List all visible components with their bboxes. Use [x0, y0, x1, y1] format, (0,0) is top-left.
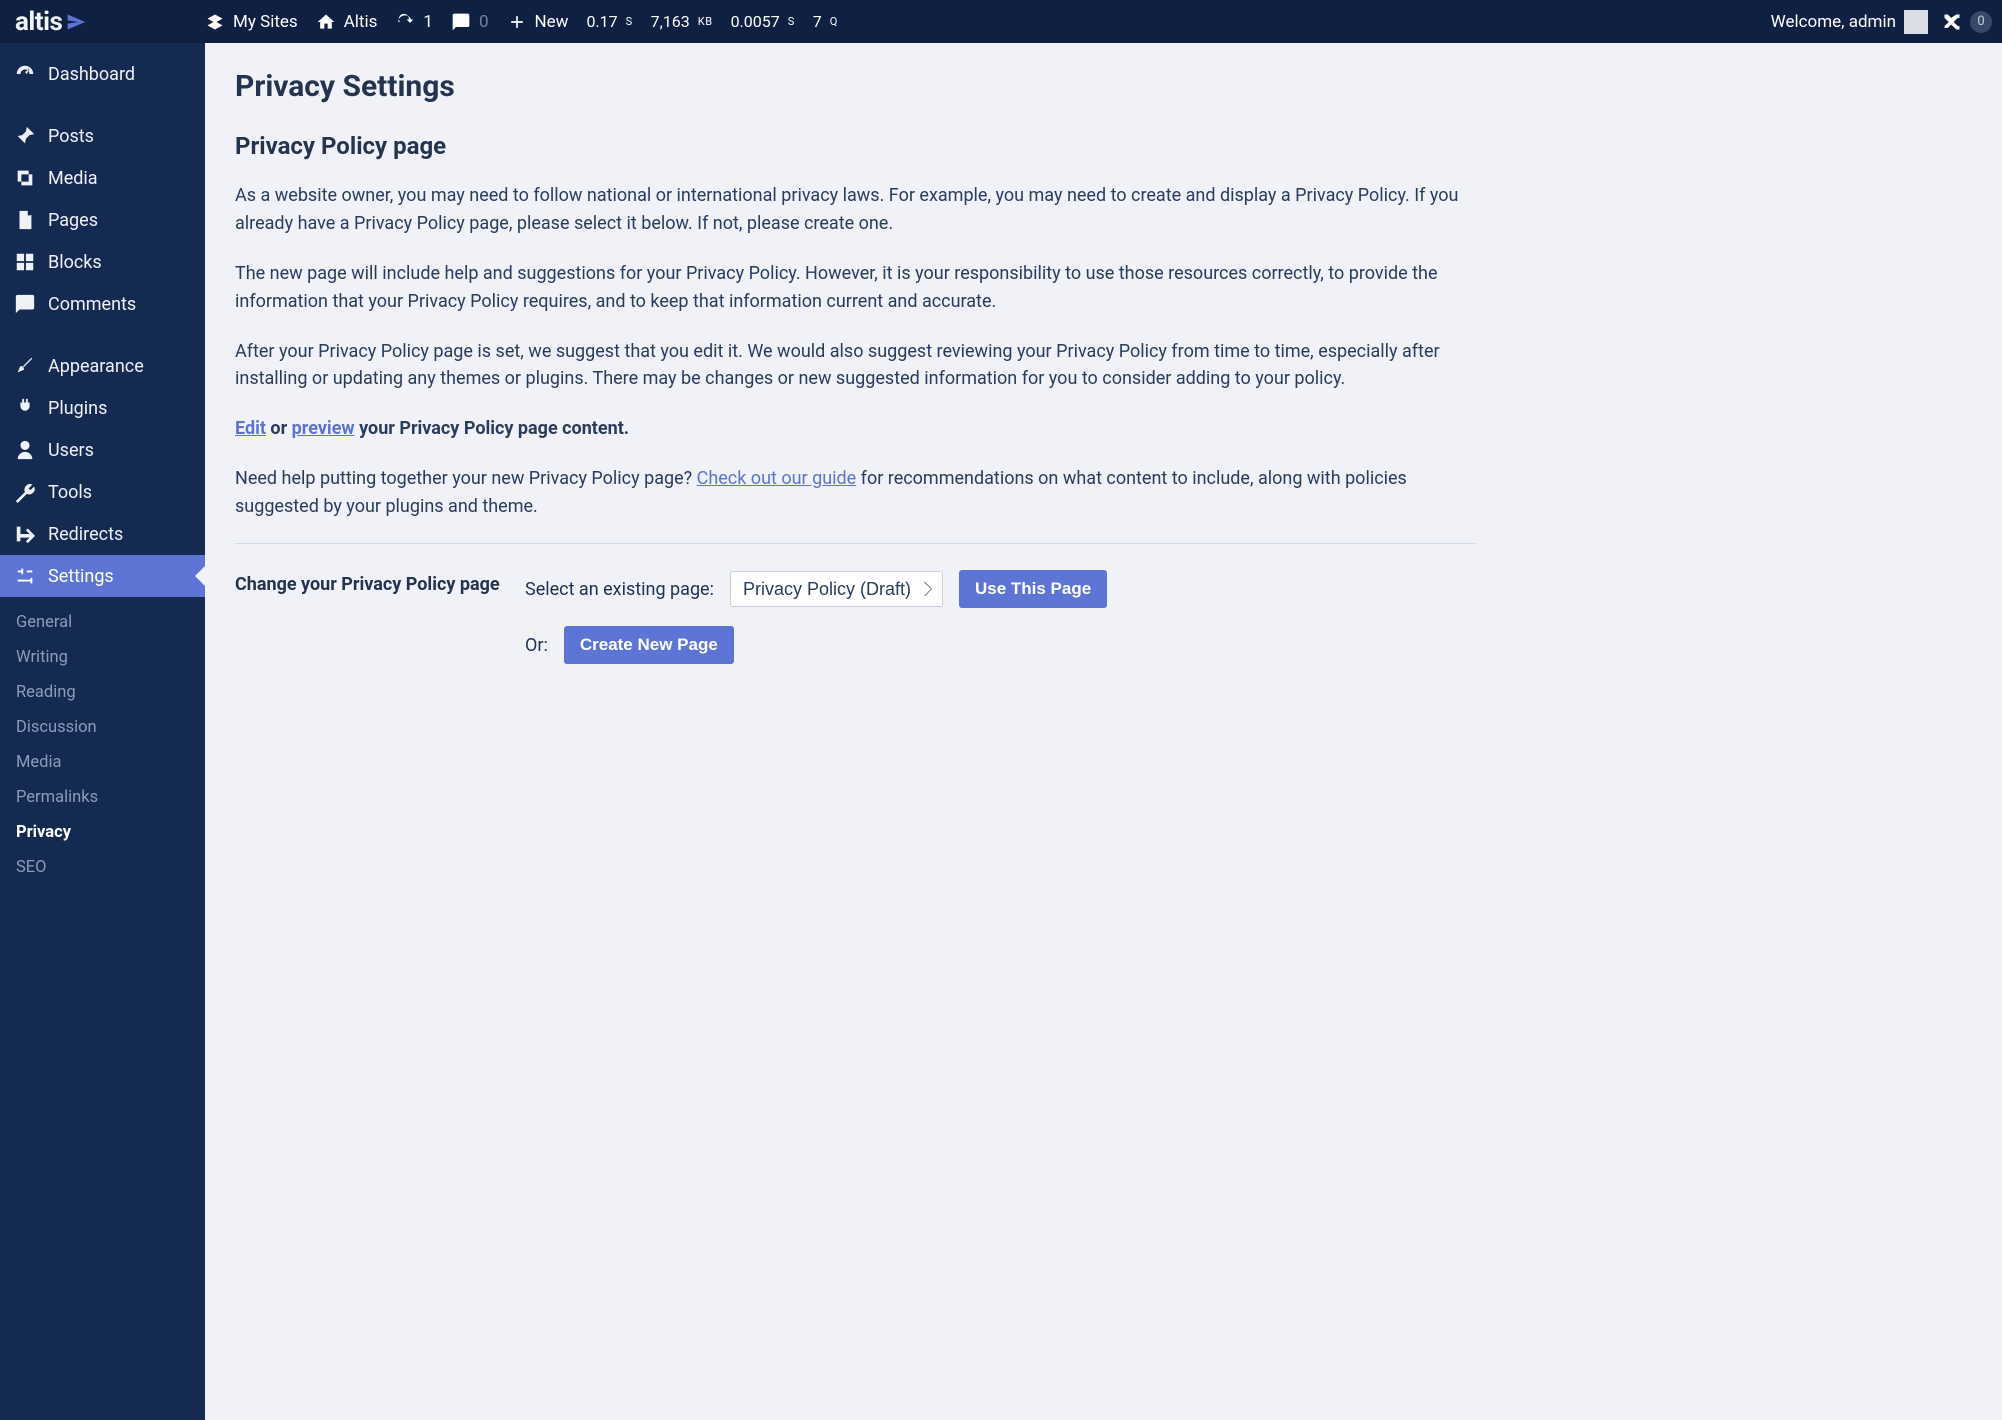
comments-count: 0: [479, 12, 489, 32]
sidebar-item-label: Posts: [48, 126, 94, 147]
select-existing-label: Select an existing page:: [525, 579, 714, 600]
comment-icon: [14, 293, 36, 315]
plug-icon: [14, 397, 36, 419]
sidebar-item-label: Comments: [48, 294, 136, 315]
sidebar-item-appearance[interactable]: Appearance: [0, 345, 205, 387]
intro-paragraph-2: The new page will include help and sugge…: [235, 260, 1475, 316]
sidebar-item-label: Media: [48, 168, 98, 189]
wrench-icon: [14, 481, 36, 503]
sidebar-item-label: Blocks: [48, 252, 102, 273]
avatar: [1904, 10, 1928, 34]
guide-link[interactable]: Check out our guide: [697, 468, 857, 489]
submenu-item-seo[interactable]: SEO: [0, 850, 205, 885]
sidebar-item-tools[interactable]: Tools: [0, 471, 205, 513]
sidebar-item-label: Appearance: [48, 356, 144, 377]
grid-icon: [14, 251, 36, 273]
comments-link[interactable]: 0: [451, 12, 489, 32]
site-home-link[interactable]: Altis: [316, 12, 378, 32]
divider: [235, 543, 1475, 544]
submenu-item-discussion[interactable]: Discussion: [0, 710, 205, 745]
change-page-label: Change your Privacy Policy page: [235, 570, 505, 595]
my-sites-label: My Sites: [233, 12, 298, 32]
new-content-link[interactable]: New: [507, 12, 569, 32]
sidebar-item-dashboard[interactable]: Dashboard: [0, 53, 205, 95]
sliders-icon: [14, 565, 36, 587]
submenu-item-writing[interactable]: Writing: [0, 640, 205, 675]
sidebar-item-pages[interactable]: Pages: [0, 199, 205, 241]
sidebar-item-label: Dashboard: [48, 64, 135, 85]
intro-paragraph-1: As a website owner, you may need to foll…: [235, 182, 1475, 238]
brand-name: altis: [15, 7, 62, 37]
sidebar-item-comments[interactable]: Comments: [0, 283, 205, 325]
shuffle-badge: 0: [1970, 11, 1992, 33]
sidebar-item-label: Users: [48, 440, 94, 461]
perf-stat-queries[interactable]: 7Q: [813, 12, 838, 31]
create-new-page-button[interactable]: Create New Page: [564, 626, 734, 664]
media-icon: [14, 167, 36, 189]
site-name-label: Altis: [344, 12, 378, 32]
or-label: Or:: [525, 635, 548, 656]
use-this-page-button[interactable]: Use This Page: [959, 570, 1107, 608]
updates-link[interactable]: 1: [395, 12, 433, 32]
sidebar-item-label: Tools: [48, 482, 92, 503]
submenu-item-privacy[interactable]: Privacy: [0, 815, 205, 850]
sidebar-item-plugins[interactable]: Plugins: [0, 387, 205, 429]
edit-preview-line: Edit or preview your Privacy Policy page…: [235, 415, 1475, 443]
admin-toolbar: altis My Sites Altis 1 0: [0, 0, 2002, 43]
section-title: Privacy Policy page: [235, 132, 1475, 160]
paper-plane-icon: [66, 12, 86, 32]
submenu-item-media[interactable]: Media: [0, 745, 205, 780]
pages-icon: [14, 209, 36, 231]
edit-privacy-link[interactable]: Edit: [235, 418, 266, 439]
sidebar-item-label: Pages: [48, 210, 98, 231]
submenu-item-reading[interactable]: Reading: [0, 675, 205, 710]
page-title: Privacy Settings: [235, 69, 1475, 104]
redirect-icon: [14, 523, 36, 545]
sidebar-item-label: Plugins: [48, 398, 107, 419]
gauge-icon: [14, 63, 36, 85]
brush-icon: [14, 355, 36, 377]
sidebar-item-users[interactable]: Users: [0, 429, 205, 471]
perf-stat-time[interactable]: 0.17S: [586, 12, 632, 31]
privacy-page-select[interactable]: Privacy Policy (Draft): [730, 571, 943, 607]
shuffle-icon: [1942, 12, 1962, 32]
plus-icon: [507, 12, 527, 32]
sidebar-item-label: Redirects: [48, 524, 123, 545]
sidebar-item-posts[interactable]: Posts: [0, 115, 205, 157]
network-icon: [205, 12, 225, 32]
refresh-icon: [395, 12, 415, 32]
admin-sidebar: Dashboard Posts Media Pages Blocks Comme…: [0, 43, 205, 1420]
main-content: Privacy Settings Privacy Policy page As …: [205, 0, 2002, 704]
brand-logo[interactable]: altis: [10, 7, 205, 37]
updates-count: 1: [423, 12, 433, 32]
sidebar-item-label: Settings: [48, 566, 114, 587]
user-icon: [14, 439, 36, 461]
intro-paragraph-3: After your Privacy Policy page is set, w…: [235, 338, 1475, 394]
account-link[interactable]: Welcome, admin: [1771, 10, 1928, 34]
sidebar-item-media[interactable]: Media: [0, 157, 205, 199]
pin-icon: [14, 125, 36, 147]
sidebar-item-blocks[interactable]: Blocks: [0, 241, 205, 283]
sidebar-item-redirects[interactable]: Redirects: [0, 513, 205, 555]
help-line: Need help putting together your new Priv…: [235, 465, 1475, 521]
new-label: New: [535, 12, 569, 32]
my-sites-link[interactable]: My Sites: [205, 12, 298, 32]
comment-icon: [451, 12, 471, 32]
perf-stat-memory[interactable]: 7,163KB: [651, 12, 713, 31]
settings-submenu: General Writing Reading Discussion Media…: [0, 597, 205, 895]
shuffle-link[interactable]: 0: [1942, 11, 1992, 33]
submenu-item-general[interactable]: General: [0, 605, 205, 640]
home-icon: [316, 12, 336, 32]
welcome-text: Welcome, admin: [1771, 12, 1896, 32]
submenu-item-permalinks[interactable]: Permalinks: [0, 780, 205, 815]
sidebar-item-settings[interactable]: Settings: [0, 555, 205, 597]
preview-privacy-link[interactable]: preview: [292, 418, 355, 439]
perf-stat-time2[interactable]: 0.0057S: [731, 12, 795, 31]
